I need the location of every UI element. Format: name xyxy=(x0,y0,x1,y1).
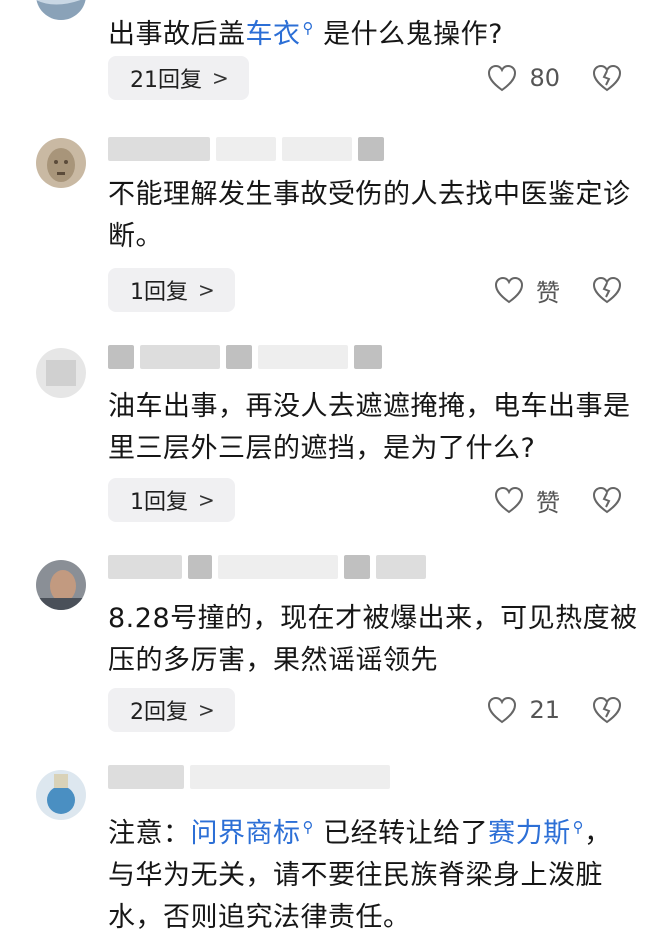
comment-feed: 出事故后盖车衣 ⚲ 是什么鬼操作? 21回复 > 80 不能理解发生事故受伤的人去找… xyxy=(0,0,660,943)
like-count: 赞 xyxy=(536,278,560,307)
broken-heart-icon[interactable] xyxy=(592,696,622,724)
heart-icon xyxy=(494,486,524,514)
like-count: 赞 xyxy=(536,488,560,517)
broken-heart-icon[interactable] xyxy=(592,486,622,514)
avatar[interactable] xyxy=(36,348,86,398)
keyword-link[interactable]: 车衣 xyxy=(246,19,301,50)
comment-text: 不能理解发生事故受伤的人去找中医鉴定诊断。 xyxy=(108,179,631,252)
reply-button[interactable]: 1回复 > xyxy=(108,268,235,312)
avatar[interactable] xyxy=(36,560,86,610)
avatar[interactable] xyxy=(36,138,86,188)
username-redacted xyxy=(108,344,382,370)
username-redacted xyxy=(108,554,426,580)
like-count: 21 xyxy=(529,696,560,724)
like-button[interactable]: 赞 xyxy=(494,268,560,312)
like-count: 80 xyxy=(529,64,560,92)
comment-text: 注意：问界商标 ⚲ 已经转让给了赛力斯 ⚲，与华为无关，请不要往民族脊梁身上泼脏水，… xyxy=(108,806,638,939)
like-button[interactable]: 80 xyxy=(487,56,560,100)
comment-text: 出事故后盖车衣 ⚲ 是什么鬼操作? xyxy=(108,7,638,56)
heart-icon xyxy=(488,64,517,92)
username-redacted xyxy=(108,136,384,162)
heart-icon xyxy=(488,696,517,724)
search-icon: ⚲ xyxy=(572,818,585,836)
comment-text: 8.28号撞的，现在才被爆出来，可见热度被压的多厉害，果然谣谣领先 xyxy=(108,603,638,676)
keyword-link[interactable]: 赛力斯 xyxy=(488,818,571,849)
reply-button[interactable]: 1回复 > xyxy=(108,478,235,522)
avatar[interactable] xyxy=(36,0,86,20)
keyword-link[interactable]: 问界商标 xyxy=(191,818,301,849)
reply-button[interactable]: 2回复 > xyxy=(108,688,235,732)
heart-icon xyxy=(494,276,524,304)
comment-text: 油车出事，再没人去遮遮掩掩，电车出事是里三层外三层的遮挡，是为了什么? xyxy=(108,391,631,464)
like-button[interactable]: 21 xyxy=(487,688,560,732)
reply-button[interactable]: 21回复 > xyxy=(108,56,249,100)
avatar[interactable] xyxy=(36,770,86,820)
chevron-right-icon: > xyxy=(198,698,215,722)
broken-heart-icon[interactable] xyxy=(592,276,622,304)
search-icon: ⚲ xyxy=(302,19,314,37)
broken-heart-icon[interactable] xyxy=(592,64,622,92)
search-icon: ⚲ xyxy=(302,818,314,836)
chevron-right-icon: > xyxy=(198,278,215,302)
chevron-right-icon: > xyxy=(198,488,215,512)
chevron-right-icon: > xyxy=(212,66,229,90)
like-button[interactable]: 赞 xyxy=(494,478,560,522)
username-redacted xyxy=(108,764,390,790)
